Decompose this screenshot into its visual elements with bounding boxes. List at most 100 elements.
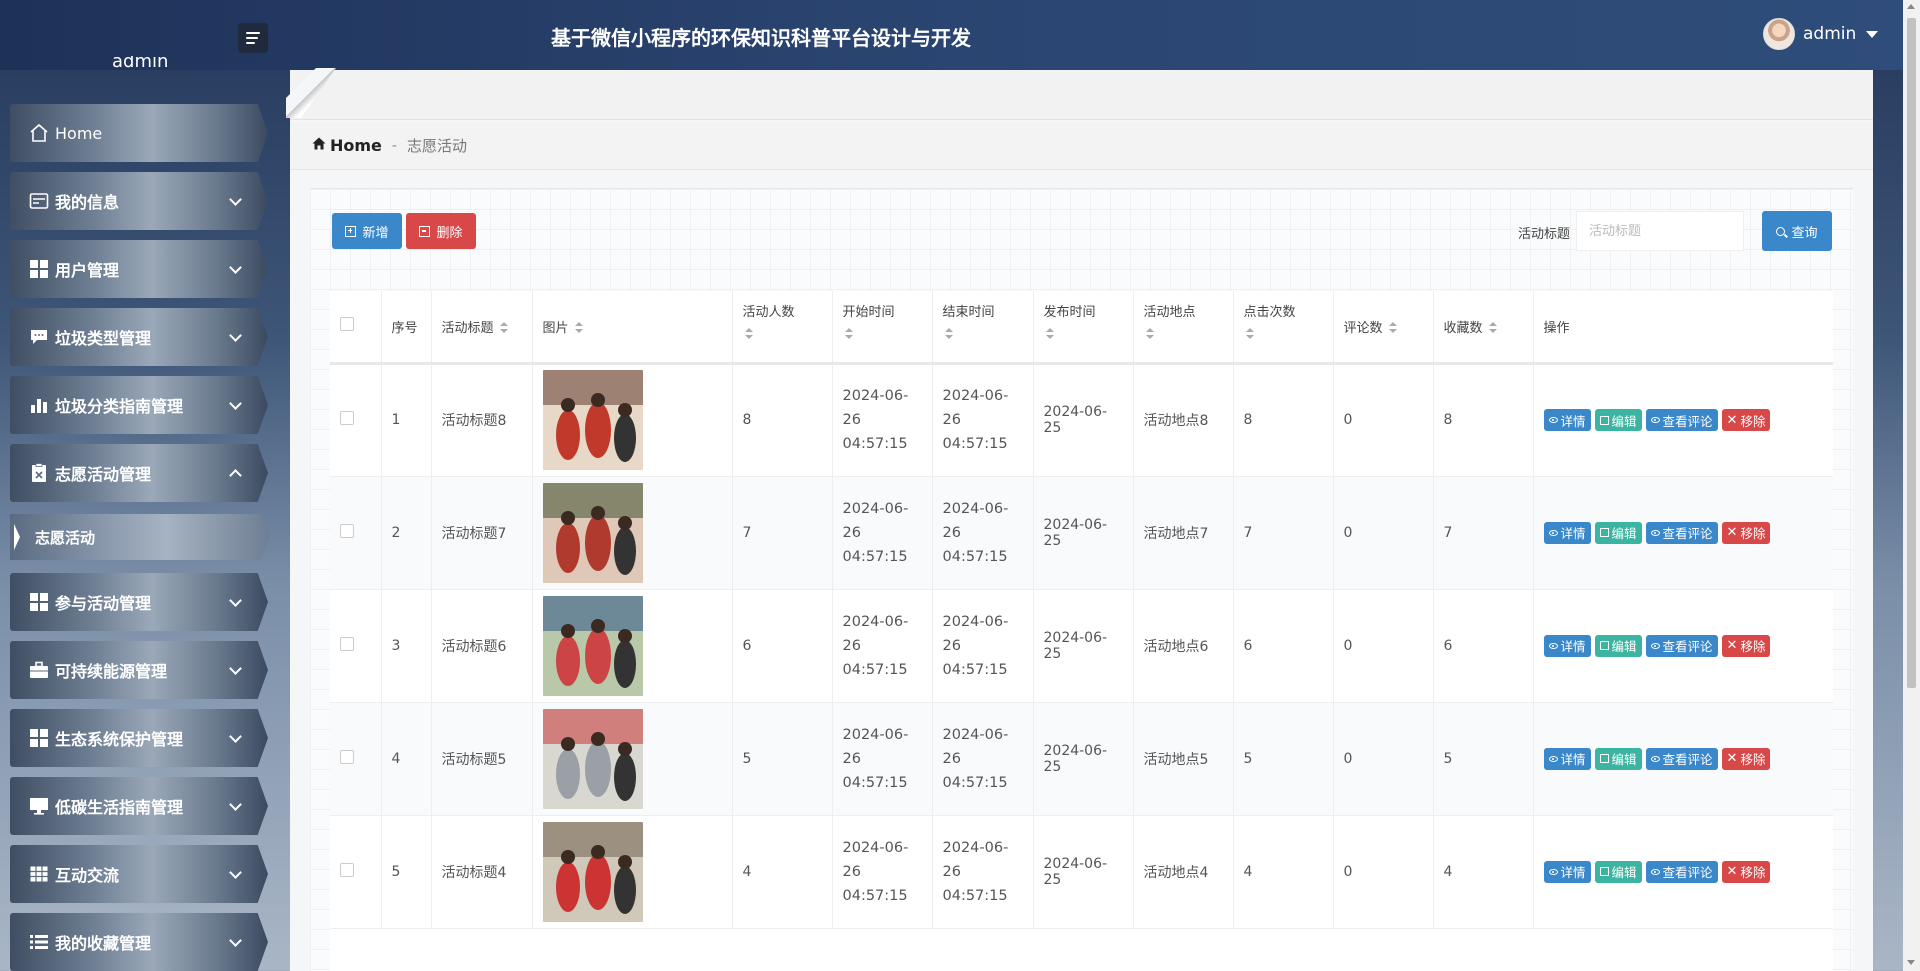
col-publish-time[interactable]: 发布时间 xyxy=(1033,291,1134,365)
remove-button[interactable]: ✕ 移除 xyxy=(1721,860,1771,883)
scroll-down-icon[interactable] xyxy=(1907,960,1915,965)
user-menu[interactable]: admin xyxy=(1763,18,1879,50)
sort-icon[interactable] xyxy=(844,328,853,340)
sidebar-subitem-volunteer-activity[interactable]: 志愿活动 xyxy=(10,514,270,560)
end-date: 2024-06-26 xyxy=(942,726,1009,767)
row-checkbox[interactable] xyxy=(340,749,354,764)
cell-end-time: 2024-06-26 04:57:15 xyxy=(932,363,1034,477)
sidebar-item-label: 可持续能源管理 xyxy=(55,662,168,681)
detail-button[interactable]: 详情 xyxy=(1543,409,1591,431)
page-scrollbar[interactable] xyxy=(1903,0,1920,971)
remove-button[interactable]: ✕ 移除 xyxy=(1721,409,1771,431)
view-comments-button[interactable]: 查看评论 xyxy=(1645,634,1718,657)
sort-icon[interactable] xyxy=(499,322,508,334)
view-comments-button[interactable]: 查看评论 xyxy=(1645,521,1718,544)
eye-icon xyxy=(1548,529,1558,536)
row-checkbox[interactable] xyxy=(340,636,354,651)
sidebar-item-sustainable-energy[interactable]: 可持续能源管理 xyxy=(10,641,268,699)
remove-button[interactable]: ✕ 移除 xyxy=(1721,747,1771,770)
delete-button[interactable]: 删除 xyxy=(406,213,476,249)
scrollbar-thumb[interactable] xyxy=(1907,18,1916,688)
cell-image xyxy=(532,702,733,816)
row-select-cell xyxy=(330,476,382,590)
row-checkbox[interactable] xyxy=(340,411,354,425)
cell-clicks: 4 xyxy=(1233,815,1334,929)
toolbar: 新增 删除 活动标题 查询 xyxy=(310,189,1853,271)
avatar[interactable] xyxy=(1763,18,1795,50)
sidebar-item-ecosystem[interactable]: 生态系统保护管理 xyxy=(10,709,268,767)
sort-icon[interactable] xyxy=(744,328,753,340)
edit-button[interactable]: 编辑 xyxy=(1594,634,1642,657)
sidebar-item-garbage-guide[interactable]: 垃圾分类指南管理 xyxy=(10,376,268,434)
eye-icon xyxy=(1548,868,1558,875)
view-comments-button[interactable]: 查看评论 xyxy=(1645,409,1718,431)
edit-icon xyxy=(1599,867,1609,876)
home-icon[interactable] xyxy=(312,137,326,154)
cell-title: 活动标题6 xyxy=(431,589,533,703)
sidebar-item-home[interactable]: Home xyxy=(10,104,268,162)
sort-icon[interactable] xyxy=(1045,328,1054,340)
search-button[interactable]: 查询 xyxy=(1762,211,1832,251)
remove-button[interactable]: ✕ 移除 xyxy=(1721,521,1771,544)
cell-clicks: 6 xyxy=(1233,589,1334,703)
row-checkbox[interactable] xyxy=(340,523,354,538)
cell-actions: 详情 编辑 查看评论 ✕ 移除 xyxy=(1533,589,1833,703)
edit-icon xyxy=(1599,754,1609,763)
row-checkbox[interactable] xyxy=(340,862,354,877)
col-clicks[interactable]: 点击次数 xyxy=(1233,291,1334,365)
cell-start-time: 2024-06-26 04:57:15 xyxy=(832,363,933,477)
sort-icon[interactable] xyxy=(1388,322,1397,334)
breadcrumb-home[interactable]: Home xyxy=(330,136,382,155)
select-all-checkbox[interactable] xyxy=(340,317,354,332)
activity-photo xyxy=(542,482,643,583)
menu-toggle-icon[interactable] xyxy=(238,23,268,53)
cell-image xyxy=(532,363,733,477)
view-comments-button[interactable]: 查看评论 xyxy=(1645,747,1718,770)
sidebar-item-label: 垃圾类型管理 xyxy=(55,329,152,348)
view-comments-button[interactable]: 查看评论 xyxy=(1645,860,1718,883)
sidebar-item-my-info[interactable]: 我的信息 xyxy=(10,172,268,230)
sidebar-item-user-management[interactable]: 用户管理 xyxy=(10,240,268,298)
search-label: 活动标题 xyxy=(1518,227,1571,242)
sort-icon[interactable] xyxy=(1245,328,1254,340)
col-title[interactable]: 活动标题 xyxy=(431,291,533,365)
caret-down-icon[interactable] xyxy=(1866,30,1879,38)
chevron-down-icon xyxy=(229,593,242,607)
cell-end-time: 2024-06-26 04:57:15 xyxy=(932,589,1034,703)
start-date: 2024-06-26 xyxy=(842,388,909,428)
col-end-time[interactable]: 结束时间 xyxy=(932,291,1034,365)
grid-icon xyxy=(29,592,49,612)
sidebar-item-low-carbon[interactable]: 低碳生活指南管理 xyxy=(10,777,268,835)
col-people[interactable]: 活动人数 xyxy=(732,291,833,365)
scroll-up-icon[interactable] xyxy=(1907,4,1915,9)
sidebar-item-participation[interactable]: 参与活动管理 xyxy=(10,573,268,631)
sidebar-item-garbage-type[interactable]: 垃圾类型管理 xyxy=(10,308,268,366)
detail-button[interactable]: 详情 xyxy=(1543,747,1591,770)
detail-button[interactable]: 详情 xyxy=(1543,860,1591,883)
sort-icon[interactable] xyxy=(1488,322,1497,334)
search-input[interactable] xyxy=(1576,211,1744,251)
col-image[interactable]: 图片 xyxy=(532,291,733,365)
edit-button[interactable]: 编辑 xyxy=(1594,860,1642,883)
sort-icon[interactable] xyxy=(944,328,953,340)
sidebar-item-volunteer-management[interactable]: 志愿活动管理 xyxy=(10,444,268,502)
sort-icon[interactable] xyxy=(574,322,583,334)
edit-button[interactable]: 编辑 xyxy=(1594,409,1642,431)
add-button[interactable]: 新增 xyxy=(332,213,402,249)
sidebar-item-favorites[interactable]: 我的收藏管理 xyxy=(10,913,268,971)
detail-button[interactable]: 详情 xyxy=(1543,634,1591,657)
user-name[interactable]: admin xyxy=(1803,24,1856,44)
cell-favorites: 6 xyxy=(1433,589,1534,703)
col-start-time[interactable]: 开始时间 xyxy=(832,291,933,365)
remove-button[interactable]: ✕ 移除 xyxy=(1721,634,1771,657)
edit-button[interactable]: 编辑 xyxy=(1594,521,1642,544)
detail-button[interactable]: 详情 xyxy=(1543,521,1591,544)
sort-icon[interactable] xyxy=(1145,328,1154,340)
col-comments[interactable]: 评论数 xyxy=(1333,291,1434,365)
cell-publish-time: 2024-06-25 xyxy=(1033,476,1134,590)
end-clock: 04:57:15 xyxy=(942,436,1008,452)
col-favorites[interactable]: 收藏数 xyxy=(1433,291,1534,365)
edit-button[interactable]: 编辑 xyxy=(1594,747,1642,770)
col-place[interactable]: 活动地点 xyxy=(1133,291,1234,365)
sidebar-item-interaction[interactable]: 互动交流 xyxy=(10,845,268,903)
